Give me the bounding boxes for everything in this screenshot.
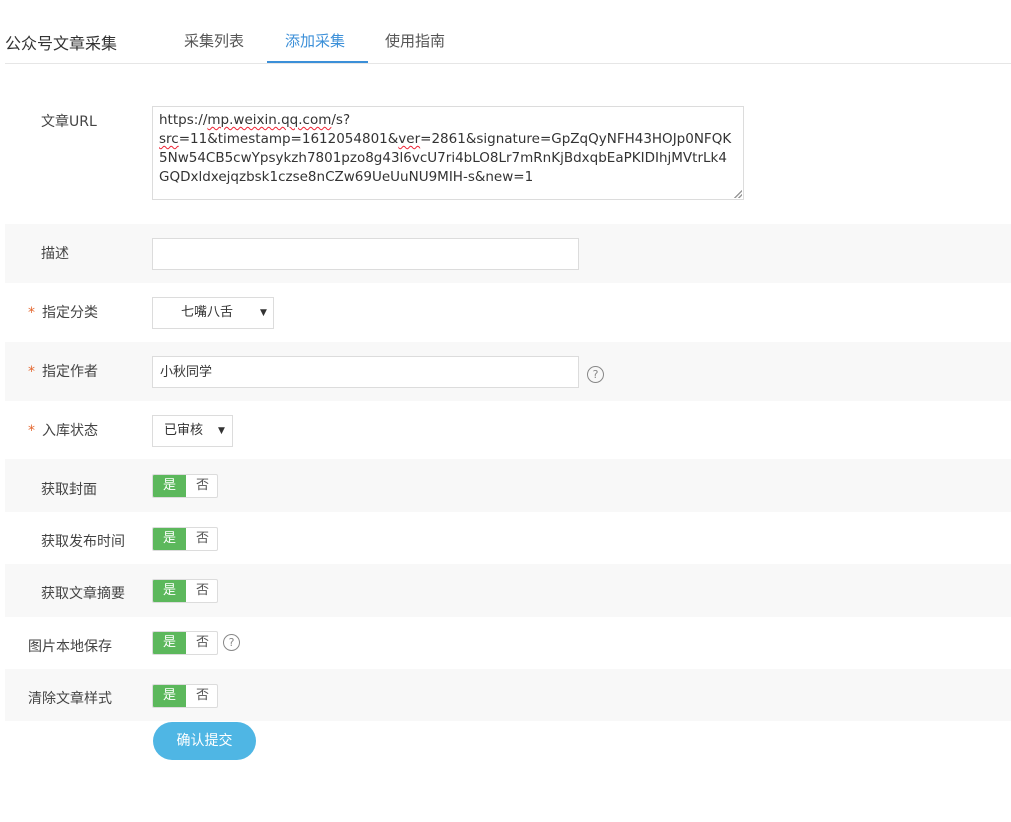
save-images-locally-label: 图片本地保存 — [28, 639, 112, 655]
toggle-yes-option[interactable]: 是 — [153, 685, 186, 707]
url-text-part: mp.weixin.qq.com — [207, 112, 332, 128]
get-cover-toggle[interactable]: 是 否 — [152, 474, 218, 498]
toggle-yes-option[interactable]: 是 — [153, 632, 186, 654]
category-label-text: 指定分类 — [42, 305, 98, 321]
caret-down-icon: ▼ — [260, 308, 267, 318]
status-label-text: 入库状态 — [42, 423, 98, 439]
tab-collect-list[interactable]: 采集列表 — [184, 30, 244, 51]
url-text-part: /s? — [331, 112, 351, 128]
get-publish-time-toggle[interactable]: 是 否 — [152, 527, 218, 551]
toggle-no-option[interactable]: 否 — [186, 475, 217, 497]
resize-handle-icon[interactable] — [734, 190, 742, 198]
status-select[interactable]: 已审核 ▼ — [152, 415, 233, 447]
get-summary-toggle[interactable]: 是 否 — [152, 579, 218, 603]
url-text-part: ver — [398, 131, 421, 147]
toggle-no-option[interactable]: 否 — [186, 632, 217, 654]
header: 公众号文章采集 采集列表 添加采集 使用指南 — [5, 0, 1011, 64]
form-row-status: * 入库状态 已审核 ▼ — [5, 401, 1011, 459]
toggle-yes-option[interactable]: 是 — [153, 580, 186, 602]
required-mark: * — [28, 423, 35, 439]
category-selected-value: 七嘴八舌 — [181, 305, 234, 320]
status-label: * 入库状态 — [28, 420, 98, 440]
app-title: 公众号文章采集 — [5, 34, 118, 53]
description-label: 描述 — [41, 246, 69, 262]
required-mark: * — [28, 364, 35, 380]
clear-article-style-label: 清除文章样式 — [28, 691, 112, 707]
form-row-save-images-locally: 图片本地保存 是 否 ? — [5, 617, 1011, 669]
clear-article-style-toggle[interactable]: 是 否 — [152, 684, 218, 708]
form-row-category: * 指定分类 七嘴八舌 ▼ — [5, 283, 1011, 342]
author-label-text: 指定作者 — [42, 364, 98, 380]
category-label: * 指定分类 — [28, 302, 98, 322]
toggle-yes-option[interactable]: 是 — [153, 528, 186, 550]
question-circle-icon[interactable]: ? — [587, 366, 604, 383]
question-circle-icon[interactable]: ? — [223, 634, 240, 651]
category-select[interactable]: 七嘴八舌 ▼ — [152, 297, 274, 329]
url-text-part: src — [159, 131, 179, 147]
get-cover-label: 获取封面 — [41, 482, 97, 498]
get-summary-label: 获取文章摘要 — [41, 586, 125, 602]
status-selected-value: 已审核 — [164, 423, 204, 438]
form-row-description: 描述 — [5, 224, 1011, 283]
toggle-no-option[interactable]: 否 — [186, 685, 217, 707]
form-row-get-summary: 获取文章摘要 是 否 — [5, 564, 1011, 617]
url-text-part: =11&timestamp=1612054801& — [178, 131, 399, 147]
form-row-clear-article-style: 清除文章样式 是 否 — [5, 669, 1011, 721]
description-input[interactable] — [152, 238, 579, 270]
author-input[interactable]: 小秋同学 — [152, 356, 579, 388]
url-textarea[interactable]: https://mp.weixin.qq.com/s? src=11&timest… — [152, 106, 744, 200]
toggle-yes-option[interactable]: 是 — [153, 475, 186, 497]
tab-add-collect[interactable]: 添加采集 — [285, 30, 345, 51]
submit-button[interactable]: 确认提交 — [153, 722, 256, 760]
form-row-get-cover: 获取封面 是 否 — [5, 459, 1011, 512]
author-label: * 指定作者 — [28, 361, 98, 381]
save-images-locally-toggle[interactable]: 是 否 — [152, 631, 218, 655]
get-publish-time-label: 获取发布时间 — [41, 534, 125, 550]
url-label: 文章URL — [41, 114, 97, 130]
toggle-no-option[interactable]: 否 — [186, 580, 217, 602]
form-row-get-publish-time: 获取发布时间 是 否 — [5, 512, 1011, 564]
toggle-no-option[interactable]: 否 — [186, 528, 217, 550]
tab-user-guide[interactable]: 使用指南 — [385, 30, 445, 51]
form-row-author: * 指定作者 小秋同学 ? — [5, 342, 1011, 401]
active-tab-indicator — [267, 61, 368, 63]
form-row-url: 文章URL https://mp.weixin.qq.com/s? src=11&… — [5, 100, 1011, 224]
required-mark: * — [28, 305, 35, 321]
caret-down-icon: ▼ — [218, 426, 225, 436]
url-text-part: https:// — [159, 112, 208, 128]
